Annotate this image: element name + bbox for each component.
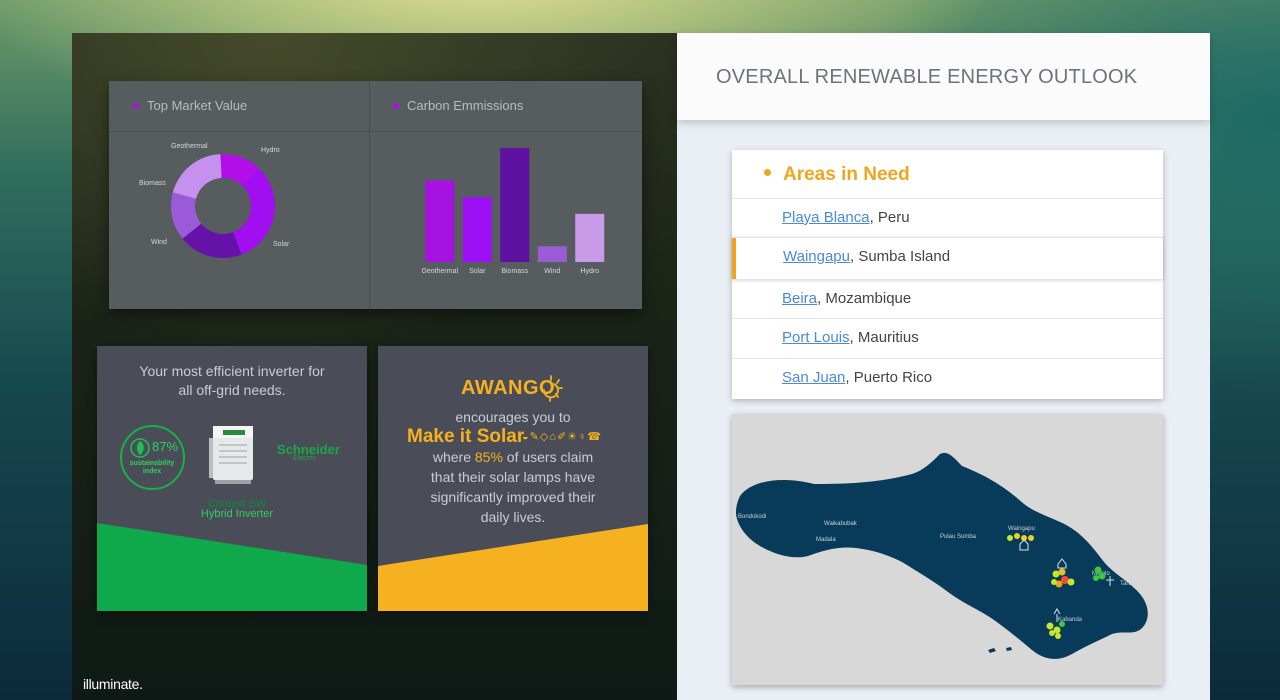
donut-label: Hydro (261, 147, 280, 154)
bar-label: Geothermal (421, 268, 458, 275)
bar-geothermal[interactable] (425, 180, 455, 262)
area-link-port-louis[interactable]: Port Louis (782, 329, 850, 346)
sustainability-label-line2: index (142, 468, 162, 475)
green-wedge-decoration (97, 523, 367, 611)
area-region: , Mozambique (817, 290, 912, 307)
inverter-promo-card[interactable]: Your most efficient inverter for all off… (97, 346, 367, 611)
bullet-icon (393, 102, 399, 109)
area-region: , Mauritius (849, 329, 919, 346)
market-chart-title: Top Market Value (133, 98, 247, 113)
small-islet (1006, 647, 1012, 651)
area-region: , Puerto Rico (845, 369, 933, 386)
map-label: Pulau Sumba (940, 534, 977, 540)
awango-line2: where 85% of users claim (378, 447, 648, 467)
inverter-heading: Your most efficient inverter for all off… (117, 362, 347, 400)
map-label: Tarau (1120, 581, 1135, 587)
bar-label: Hydro (580, 268, 599, 275)
area-item[interactable]: San Juan, Puerto Rico (732, 358, 1163, 400)
area-link-waingapu[interactable]: Waingapu (783, 248, 850, 265)
donut-label: Biomass (139, 180, 166, 187)
carbon-chart-title-text: Carbon Emmissions (407, 98, 524, 113)
outlook-title: OVERALL RENEWABLE ENERGY OUTLOOK (716, 66, 1138, 88)
bar-label: Biomass (501, 268, 528, 275)
bullet-icon (133, 102, 139, 109)
awango-line2-post: of users claim (502, 449, 594, 465)
map-label: Bondokodi (738, 514, 766, 520)
inverter-product-image (209, 426, 253, 484)
solar-products-icons: ◒✎◇⌂✐☀♀☎ (522, 431, 602, 443)
make-it-solar-headline: Make it Solar (407, 426, 525, 447)
map-label: Madala (816, 537, 836, 543)
inverter-heading-line1: Your most efficient inverter for (139, 363, 325, 379)
awango-line4: significantly improved their (430, 489, 596, 505)
donut-slice-geothermal[interactable] (172, 154, 222, 199)
donut-label: Geothermal (171, 143, 208, 150)
sustainability-label-line1: sustainability (129, 460, 175, 467)
charts-card: Top Market Value Carbon Emmissions Hydro… (109, 81, 642, 309)
bar-label: Solar (469, 268, 486, 275)
selected-accent (732, 238, 736, 279)
area-link-playa-blanca[interactable]: Playa Blanca (782, 209, 870, 226)
areas-title-text: Areas in Need (783, 164, 910, 185)
carbon-chart-title: Carbon Emmissions (393, 98, 523, 113)
market-donut-chart: Hydro Solar Wind Biomass Geothermal (139, 143, 290, 258)
sun-icon (543, 375, 563, 402)
area-link-beira[interactable]: Beira (782, 290, 817, 307)
map-label: Waingapu (1008, 526, 1035, 532)
awango-percent: 85% (474, 449, 503, 465)
awango-line1: encourages you to (455, 409, 571, 425)
area-item-selected[interactable]: Waingapu, Sumba Island (732, 237, 1163, 279)
area-region: , Sumba Island (850, 248, 951, 265)
area-item[interactable]: Playa Blanca, Peru (732, 198, 1163, 238)
sumba-map[interactable]: Bondokodi Waikabubak Madala Pulau Sumba … (732, 414, 1163, 685)
awango-line2-pre: where (432, 449, 475, 465)
map-canvas[interactable]: Bondokodi Waikabubak Madala Pulau Sumba … (732, 414, 1163, 685)
leaf-icon (130, 438, 150, 458)
market-chart-title-text: Top Market Value (147, 98, 248, 113)
area-region: , Peru (869, 209, 910, 226)
sustainability-percent: 87% (152, 439, 179, 454)
sumba-island-shape (736, 452, 1148, 659)
bar-hydro[interactable] (575, 213, 605, 262)
bar-label: Wind (544, 268, 560, 275)
carbon-bar-chart: Geothermal Solar Biomass Wind Hydro (421, 147, 605, 275)
map-label: Waikabubak (824, 521, 858, 527)
awango-promo-card[interactable]: AWANGO encourages you to Make it Solar ◒… (378, 346, 648, 611)
bar-wind[interactable] (537, 246, 567, 262)
illuminate-logo: illuminate. (83, 676, 143, 692)
yellow-wedge-decoration (378, 524, 648, 611)
inverter-heading-line2: all off-grid needs. (178, 382, 286, 398)
bar-biomass[interactable] (500, 147, 530, 262)
area-item[interactable]: Port Louis, Mauritius (732, 318, 1163, 359)
awango-line3: that their solar lamps have (430, 469, 596, 485)
donut-label: Solar (273, 241, 290, 248)
area-item[interactable]: Beira, Mozambique (732, 279, 1163, 319)
sustainability-label: sustainability index (123, 460, 181, 476)
areas-title: Areas in Need (764, 164, 910, 186)
product-name-line2: Hybrid Inverter (200, 508, 274, 520)
small-islet (988, 648, 996, 653)
area-link-san-juan[interactable]: San Juan (782, 369, 845, 386)
schneider-logo-sub: Electric (293, 455, 316, 462)
areas-in-need-card: Areas in Need Playa Blanca, Peru Waingap… (732, 150, 1163, 399)
bullet-icon (764, 169, 771, 177)
donut-label: Wind (151, 239, 167, 246)
outlook-header: OVERALL RENEWABLE ENERGY OUTLOOK (677, 33, 1210, 120)
bar-solar[interactable] (462, 197, 492, 262)
